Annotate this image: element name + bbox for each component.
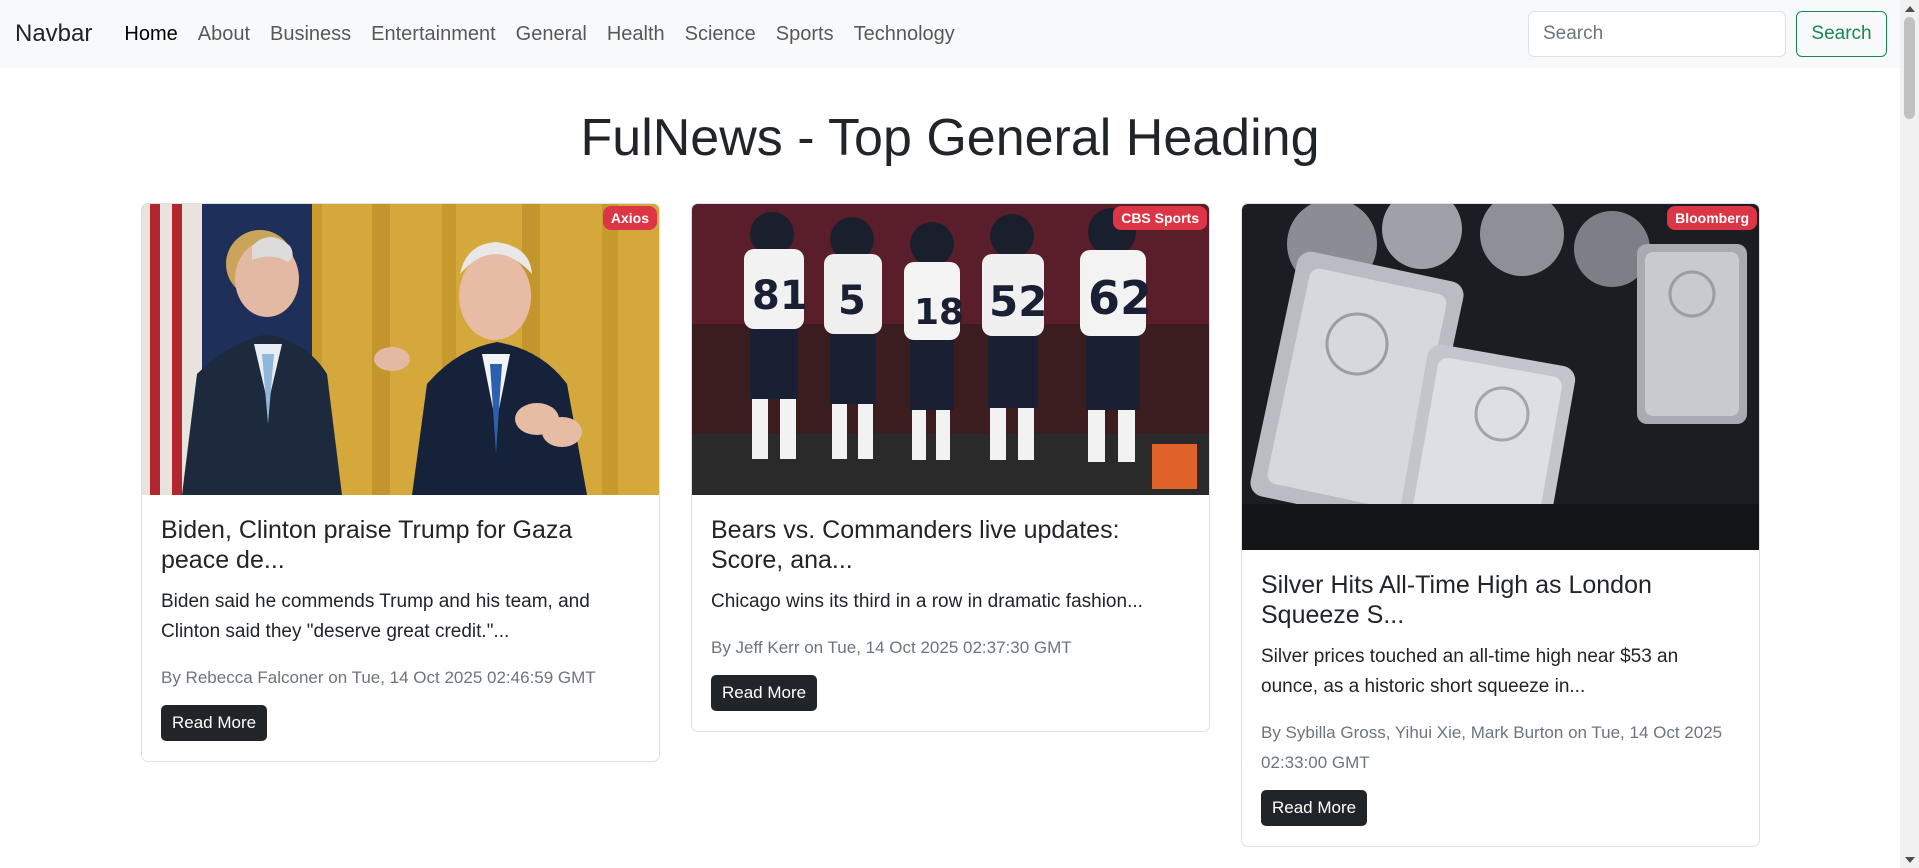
navbar-brand[interactable]: Navbar — [15, 20, 92, 48]
search-input[interactable] — [1528, 11, 1786, 57]
nav-link-science[interactable]: Science — [675, 23, 766, 46]
silver-bars-photo — [1242, 204, 1759, 550]
card-body: Bears vs. Commanders live updates: Score… — [692, 495, 1209, 731]
card-image[interactable]: Bloomberg — [1242, 204, 1759, 550]
page-scrollbar[interactable] — [1900, 0, 1919, 868]
read-more-button[interactable]: Read More — [161, 705, 268, 741]
football-players-photo: 81 5 18 52 62 — [692, 204, 1209, 495]
nav-link-home[interactable]: Home — [114, 23, 187, 46]
source-badge: CBS Sports — [1113, 206, 1207, 230]
card-image[interactable]: 81 5 18 52 62 CBS Sports — [692, 204, 1209, 495]
nav-link-sports[interactable]: Sports — [766, 23, 844, 46]
news-card: 81 5 18 52 62 CBS Sports Bears vs. Comma… — [691, 203, 1210, 732]
card-description: Chicago wins its third in a row in drama… — [711, 591, 1143, 612]
scroll-thumb[interactable] — [1904, 17, 1915, 119]
card-title: Silver Hits All-Time High as London Sque… — [1261, 571, 1652, 629]
read-more-button[interactable]: Read More — [711, 675, 818, 711]
news-card: Axios Biden, Clinton praise Trump for Ga… — [141, 203, 660, 762]
card-byline: By Jeff Kerr on Tue, 14 Oct 2025 02:37:3… — [711, 638, 1072, 657]
page-title: FulNews - Top General Heading — [580, 109, 1320, 167]
card-description: Silver prices touched an all-time high n… — [1261, 646, 1679, 697]
nav-link-general[interactable]: General — [506, 23, 597, 46]
search-button[interactable]: Search — [1796, 11, 1887, 57]
card-byline: By Sybilla Gross, Yihui Xie, Mark Burton… — [1261, 723, 1723, 772]
card-body: Silver Hits All-Time High as London Sque… — [1242, 550, 1759, 846]
scroll-up-arrow[interactable] — [1900, 0, 1919, 17]
svg-text:5: 5 — [838, 278, 866, 324]
source-badge: Bloomberg — [1667, 206, 1757, 230]
card-body: Biden, Clinton praise Trump for Gaza pea… — [142, 495, 659, 761]
triangle-down-icon — [1904, 856, 1915, 863]
nav-link-about[interactable]: About — [188, 23, 260, 46]
navbar: Navbar Home About Business Entertainment… — [0, 0, 1900, 68]
nav-links: Home About Business Entertainment Genera… — [114, 23, 964, 46]
card-image[interactable]: Axios — [142, 204, 659, 495]
scroll-down-arrow[interactable] — [1900, 851, 1919, 868]
two-men-applauding-photo — [142, 204, 659, 495]
nav-link-health[interactable]: Health — [597, 23, 675, 46]
svg-text:18: 18 — [914, 292, 964, 333]
news-card: Bloomberg Silver Hits All-Time High as L… — [1241, 203, 1760, 847]
read-more-button[interactable]: Read More — [1261, 790, 1368, 826]
svg-text:52: 52 — [989, 277, 1047, 326]
nav-link-business[interactable]: Business — [260, 23, 361, 46]
card-title: Biden, Clinton praise Trump for Gaza pea… — [161, 516, 573, 574]
search-form: Search — [1528, 11, 1887, 57]
source-badge: Axios — [602, 206, 657, 230]
card-title: Bears vs. Commanders live updates: Score… — [711, 516, 1120, 574]
svg-text:62: 62 — [1088, 271, 1152, 325]
card-byline: By Rebecca Falconer on Tue, 14 Oct 2025 … — [161, 668, 596, 687]
triangle-up-icon — [1904, 5, 1915, 12]
card-description: Biden said he commends Trump and his tea… — [161, 591, 590, 642]
nav-link-technology[interactable]: Technology — [844, 23, 965, 46]
nav-link-entertainment[interactable]: Entertainment — [361, 23, 506, 46]
svg-text:81: 81 — [752, 273, 808, 319]
